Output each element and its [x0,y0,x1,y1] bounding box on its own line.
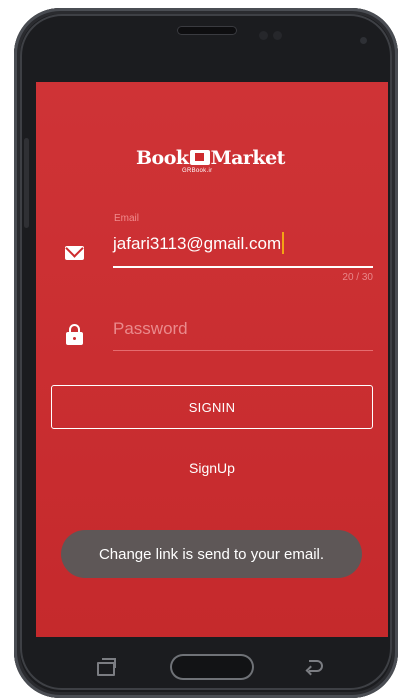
email-field[interactable]: jafari3113@gmail.com [113,232,285,254]
toast-text: Change link is send to your email. [98,545,325,563]
front-camera [360,37,367,44]
signup-link[interactable]: SignUp [36,460,388,476]
side-button [24,138,29,228]
home-button[interactable] [170,654,254,680]
back-icon[interactable] [306,660,323,672]
app-screen: Book Market GRBook.ir Email jafari3113@gm… [36,82,388,637]
app-logo: Book Market GRBook.ir [136,148,286,178]
email-label: Email [114,213,140,224]
text-cursor [282,232,285,254]
light-sensor [273,31,282,40]
proximity-sensor [259,31,268,40]
logo-subtext: GRBook.ir [182,168,213,174]
logo-book-icon [189,150,210,165]
email-underline [113,266,373,268]
recent-apps-icon[interactable] [97,658,116,676]
logo-wordmark: Book Market [136,147,285,169]
earpiece-speaker [177,26,237,35]
password-field[interactable] [113,314,373,344]
lock-icon [66,324,83,345]
envelope-icon [65,246,84,260]
toast-message: Change link is send to your email. [61,530,362,578]
signin-button[interactable]: SIGNIN [51,385,373,429]
password-underline [113,350,373,351]
email-value-text: jafari3113@gmail.com [113,234,282,253]
signin-button-label: SIGNIN [188,399,236,415]
email-char-counter: 20 / 30 [342,272,373,283]
